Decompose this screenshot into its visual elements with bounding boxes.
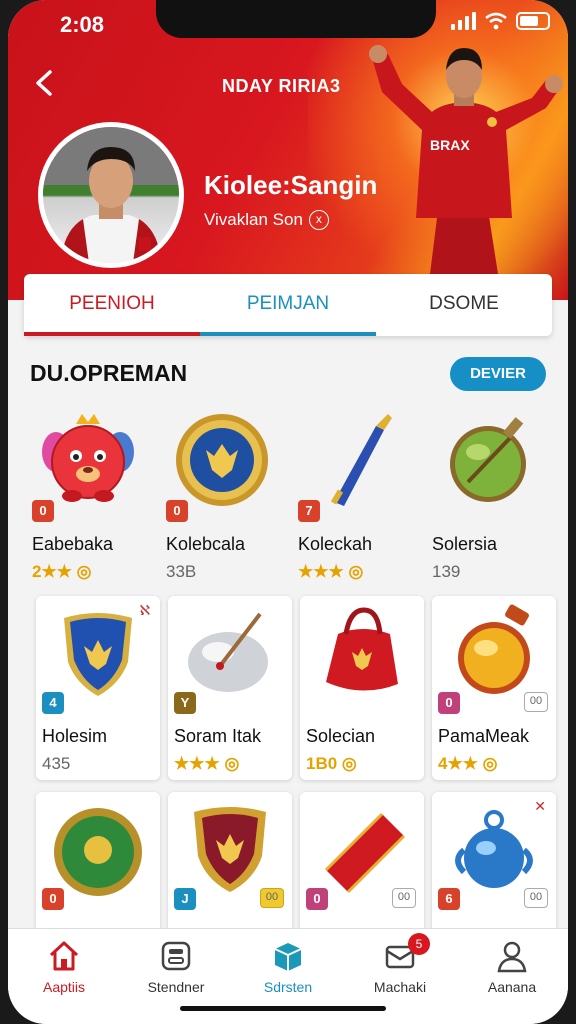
- nav-label: Aanana: [487, 979, 537, 995]
- item-rating: ★★★ ◎: [174, 754, 240, 773]
- item-tile[interactable]: 0 Eabebaka 2★★ ◎: [26, 404, 150, 588]
- deliver-button[interactable]: DEVIER: [450, 357, 546, 391]
- signal-icon: [451, 12, 476, 30]
- item-level-badge: 4: [42, 692, 64, 714]
- tab-1-underline: [24, 332, 200, 336]
- green-emblem-icon: [54, 808, 142, 896]
- red-banner-icon: [324, 812, 406, 894]
- item-rating: 1B0 ◎: [306, 754, 357, 773]
- item-name: Solersia: [432, 534, 498, 554]
- profile-icon: [497, 941, 527, 973]
- item-count-badge: 00: [260, 888, 284, 908]
- wifi-icon: [485, 12, 507, 30]
- item-level-badge: 0: [32, 500, 54, 522]
- page-title: NDAY RIRIA3: [222, 76, 341, 96]
- avatar-portrait-icon: [43, 127, 179, 263]
- blue-flask-icon: [455, 810, 533, 888]
- green-amulet-icon: [450, 417, 526, 502]
- player-subtitle-row: Vivaklan Son x: [204, 210, 329, 230]
- tab-1[interactable]: PEENIOH: [24, 274, 200, 336]
- gold-amulet-icon: [458, 604, 530, 694]
- item-count-badge: 00: [392, 888, 416, 908]
- medal-icon: [176, 414, 268, 506]
- red-bag-icon: [326, 607, 398, 691]
- grid-icon: [161, 941, 191, 971]
- nav-item-home[interactable]: Aaptiis: [8, 929, 120, 1024]
- item-level-badge: J: [174, 888, 196, 910]
- crest-shield-icon: [194, 807, 266, 892]
- item-name: Kolebcala: [166, 534, 246, 554]
- item-count-badge: 00: [524, 692, 548, 712]
- item-rating: 4★★ ◎: [438, 754, 498, 773]
- svg-text:BRAX: BRAX: [430, 137, 470, 153]
- tab-bar: PEENIOH PEIMJAN DSOME: [24, 274, 552, 336]
- item-rating: 2★★ ◎: [32, 562, 92, 581]
- tab-3[interactable]: DSOME: [376, 274, 552, 336]
- item-tile[interactable]: 0 Kolebcala 33B: [160, 404, 284, 588]
- item-name: Soram Itak: [174, 726, 262, 746]
- item-rating: 139: [432, 562, 461, 581]
- item-rating: ★★★ ◎: [298, 562, 364, 581]
- item-rating: 435: [42, 754, 71, 773]
- item-name: Holesim: [42, 726, 108, 746]
- item-name: Koleckah: [298, 534, 373, 554]
- item-name: Eabebaka: [32, 534, 114, 554]
- player-name: Kiolee:Sangin: [204, 170, 378, 200]
- battery-icon: [516, 12, 550, 30]
- item-level-badge: 7: [298, 500, 320, 522]
- avatar-photo: [43, 127, 179, 263]
- item-level-badge: 0: [438, 692, 460, 714]
- box-icon: [274, 943, 302, 971]
- status-icons: [451, 12, 550, 30]
- item-level-badge: 6: [438, 888, 460, 910]
- avatar[interactable]: [38, 122, 184, 268]
- section-title: DU.OPREMAN: [30, 360, 188, 386]
- tab-1-label: PEENIOH: [69, 293, 155, 314]
- item-tile[interactable]: Solersia 139: [426, 404, 550, 588]
- home-icon: [49, 941, 79, 971]
- player-figure-icon: BRAX: [369, 45, 563, 274]
- status-time: 2:08: [60, 12, 105, 37]
- item-level-badge: Y: [174, 692, 196, 714]
- mascot-icon: [42, 414, 134, 502]
- item-card[interactable]: 0 00 PamaMeak 4★★ ◎: [432, 596, 556, 780]
- home-indicator: [180, 1006, 386, 1011]
- tab-3-label: DSOME: [429, 293, 499, 314]
- tab-2[interactable]: PEIMJAN: [200, 274, 376, 336]
- item-card[interactable]: Solecian 1B0 ◎: [300, 596, 424, 780]
- nav-label: Aaptiis: [42, 979, 86, 995]
- notification-badge: 5: [408, 933, 430, 955]
- nav-label: Stendner: [147, 979, 205, 995]
- item-card[interactable]: ℵ 4 Holesim 435: [36, 596, 160, 780]
- item-card[interactable]: Y Soram Itak ★★★ ◎: [168, 596, 292, 780]
- blue-shield-icon: [64, 613, 132, 696]
- item-name: Solecian: [306, 726, 376, 746]
- silver-orb-icon: [188, 612, 268, 692]
- tab-2-label: PEIMJAN: [246, 293, 330, 314]
- item-level-badge: 0: [306, 888, 328, 910]
- nav-item-profile[interactable]: Aanana: [456, 929, 568, 1024]
- subtitle-badge[interactable]: x: [308, 210, 329, 230]
- item-level-badge: 0: [42, 888, 64, 910]
- item-count-badge: 00: [524, 888, 548, 908]
- item-rating: 33B: [166, 562, 197, 581]
- sword-icon: [330, 414, 392, 506]
- phone-screen: 2:08 NDAY RIRIA3 Kiolee:Sangin Vivaklan …: [8, 0, 568, 1024]
- notch: [156, 0, 436, 38]
- back-arrow-icon[interactable]: [32, 68, 58, 98]
- nav-label: Machaki: [373, 979, 427, 995]
- item-level-badge: 0: [166, 500, 188, 522]
- tab-2-underline: [200, 332, 376, 336]
- nav-label: Sdrsten: [263, 979, 313, 995]
- item-tile[interactable]: 7 Koleckah ★★★ ◎: [292, 404, 416, 588]
- profile-header: 2:08 NDAY RIRIA3 Kiolee:Sangin Vivaklan …: [8, 0, 568, 300]
- item-name: PamaMeak: [438, 726, 530, 746]
- player-subtitle: Vivaklan Son: [204, 210, 303, 229]
